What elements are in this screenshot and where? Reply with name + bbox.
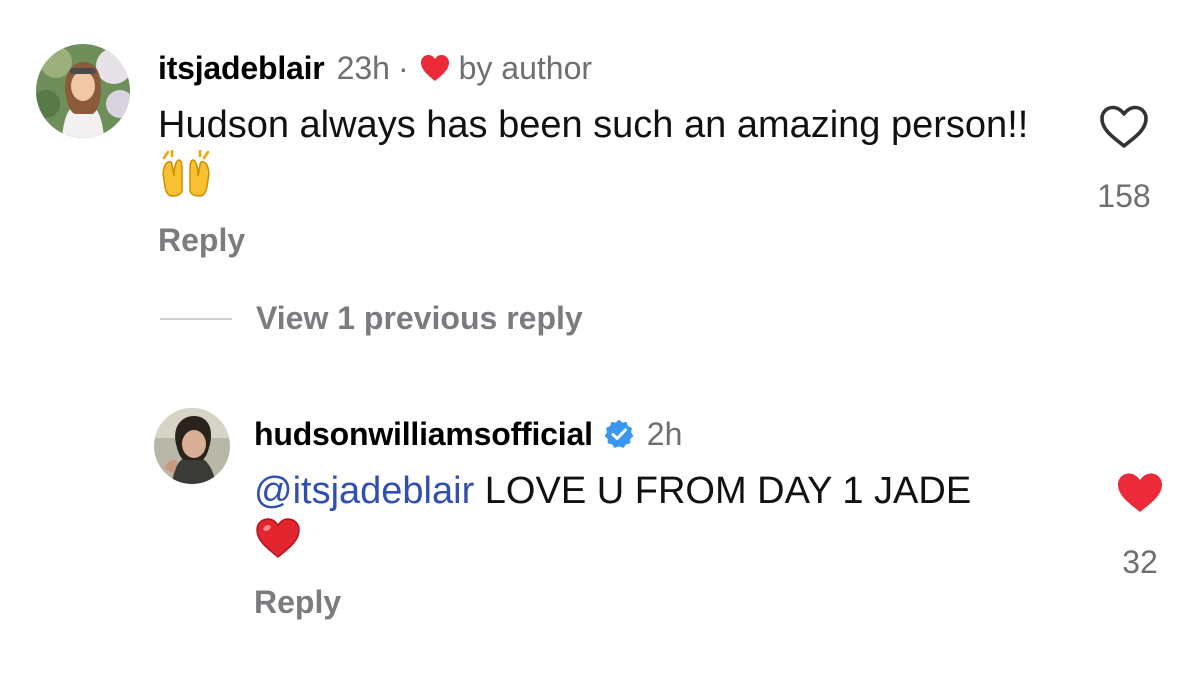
comment-itsjadeblair: itsjadeblair 23h · by author Hudson alwa… (36, 40, 1186, 270)
heart-filled-icon[interactable] (1114, 470, 1166, 516)
like-control: 32 (1100, 470, 1180, 581)
reply-hudsonwilliamsofficial: hudsonwilliamsofficial 2h @itsjadeblair … (154, 404, 1162, 644)
liked-by-author-label: by author (458, 49, 593, 86)
raising-hands-emoji-icon (160, 148, 212, 198)
comment-header: itsjadeblair 23h · by author (158, 48, 592, 88)
like-control: 158 (1084, 104, 1164, 215)
username[interactable]: itsjadeblair (158, 50, 325, 87)
mention-link[interactable]: @itsjadeblair (254, 470, 474, 512)
reply-button[interactable]: Reply (254, 584, 341, 621)
reply-button[interactable]: Reply (158, 222, 245, 259)
timestamp: 23h (336, 49, 390, 86)
view-previous-replies-label[interactable]: View 1 previous reply (256, 300, 583, 337)
avatar[interactable] (154, 408, 230, 484)
comment-header: hudsonwilliamsofficial 2h (254, 414, 682, 454)
author-heart-icon (419, 53, 451, 83)
comment-text: Hudson always has been such an amazing p… (158, 100, 1038, 203)
red-heart-emoji-icon (254, 516, 302, 560)
divider-line (160, 317, 232, 320)
comment-body: Hudson always has been such an amazing p… (158, 104, 1029, 146)
comment-text: @itsjadeblair LOVE U FROM DAY 1 JADE (254, 466, 1084, 567)
separator-dot: · (397, 49, 409, 86)
timestamp: 2h (646, 415, 683, 452)
comment-body: LOVE U FROM DAY 1 JADE (474, 470, 972, 512)
like-count: 158 (1097, 178, 1151, 214)
like-count: 32 (1122, 544, 1158, 580)
view-previous-replies[interactable]: View 1 previous reply (160, 300, 583, 337)
heart-outline-icon[interactable] (1098, 104, 1150, 150)
verified-badge-icon (603, 418, 635, 450)
avatar[interactable] (36, 44, 130, 138)
username[interactable]: hudsonwilliamsofficial (254, 416, 593, 453)
